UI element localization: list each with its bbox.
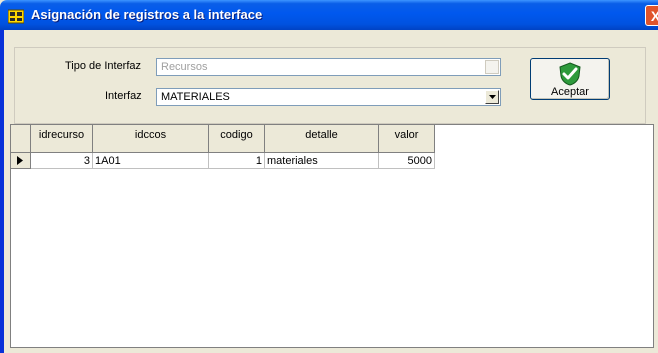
close-icon: X [650, 8, 658, 24]
title-bar[interactable]: Asignación de registros a la interface X [0, 0, 658, 30]
tipo-interfaz-value: Recursos [161, 61, 208, 73]
chevron-down-icon [489, 95, 496, 99]
row-indicator[interactable] [11, 153, 31, 169]
app-grid-icon [8, 9, 24, 24]
interfaz-dropdown-button[interactable] [485, 90, 499, 104]
accept-button[interactable]: Aceptar [530, 58, 610, 100]
client-area: Tipo de Interfaz Recursos Interfaz MATER… [4, 30, 658, 353]
column-header-idrecurso[interactable]: idrecurso [31, 125, 93, 153]
interfaz-label: Interfaz [105, 90, 142, 102]
interfaz-select[interactable]: MATERIALES [156, 88, 501, 106]
close-button[interactable]: X [645, 5, 658, 26]
data-grid[interactable]: idrecurso idccos codigo detalle valor 3 … [10, 124, 654, 348]
column-header-valor[interactable]: valor [379, 125, 435, 153]
cell-valor[interactable]: 5000 [379, 153, 435, 169]
window-title: Asignación de registros a la interface [31, 7, 263, 22]
cell-idccos[interactable]: 1A01 [93, 153, 209, 169]
column-header-codigo[interactable]: codigo [209, 125, 265, 153]
window: Asignación de registros a la interface X… [0, 0, 658, 353]
cell-detalle[interactable]: materiales [265, 153, 379, 169]
tipo-dropdown-button[interactable] [485, 60, 499, 74]
cell-codigo[interactable]: 1 [209, 153, 265, 169]
column-header-idccos[interactable]: idccos [93, 125, 209, 153]
column-header-detalle[interactable]: detalle [265, 125, 379, 153]
accept-button-label: Aceptar [551, 86, 589, 98]
tipo-interfaz-select[interactable]: Recursos [156, 58, 501, 76]
cell-idrecurso[interactable]: 3 [31, 153, 93, 169]
interfaz-value: MATERIALES [161, 91, 230, 103]
grid-corner-header [11, 125, 31, 153]
tipo-interfaz-label: Tipo de Interfaz [65, 60, 142, 72]
current-row-arrow-icon [17, 156, 23, 165]
shield-check-icon [559, 62, 581, 86]
